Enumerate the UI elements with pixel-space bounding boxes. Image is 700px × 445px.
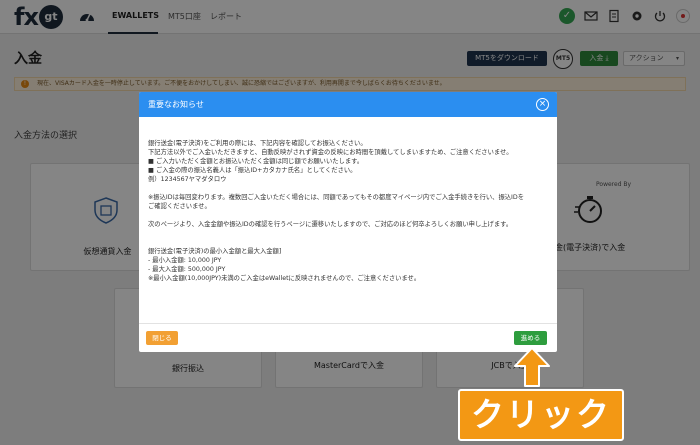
modal-line: - 最小入金額: 10,000 JPY — [148, 257, 222, 264]
modal-line: 銀行送金(電子決済)をご利用の際には、下記内容を確認してお振込ください。 — [148, 140, 367, 147]
modal-line: ※最小入金額(10,000JPY)未満のご入金はeWalletに反映されませんの… — [148, 275, 421, 282]
modal-footer-divider — [139, 323, 557, 324]
modal-line: 銀行送金(電子決済)の最小入金額と最大入金額] — [148, 248, 282, 255]
important-notice-modal: 重要なお知らせ × 銀行送金(電子決済)をご利用の際には、下記内容を確認してお振… — [139, 92, 557, 352]
modal-line: 下記方法以外でご入金いただきますと、自動反映がされず資金の反映にお時間を頂戴して… — [148, 149, 513, 156]
close-icon[interactable]: × — [536, 98, 549, 111]
proceed-button[interactable]: 進める — [514, 331, 547, 345]
modal-line: ■ ご入金の際の振込名義人は「振込ID+カタカナ氏名」としてください。 — [148, 167, 357, 174]
modal-line: - 最大入金額: 500,000 JPY — [148, 266, 226, 273]
modal-line: ※振込IDは毎回変わります。複数回ご入金いただく場合には、同額であってもその都度… — [148, 194, 525, 201]
close-button[interactable]: 閉じる — [146, 331, 178, 345]
modal-line: 例）1234567ヤマダタロウ — [148, 176, 227, 183]
modal-line: ご確認くださいませ。 — [148, 203, 211, 210]
modal-header: 重要なお知らせ × — [139, 92, 557, 117]
modal-title: 重要なお知らせ — [148, 100, 204, 109]
click-callout: クリック — [458, 389, 624, 441]
modal-line: 次のページより、入金金額や振込IDの確認を行うページに遷移いたしますので、ご対応… — [148, 221, 513, 228]
arrow-up-icon — [514, 347, 550, 387]
modal-line: ■ ご入力いただく金額とお振込いただく金額は同じ額でお願いいたします。 — [148, 158, 364, 165]
modal-body: 銀行送金(電子決済)をご利用の際には、下記内容を確認してお振込ください。 下記方… — [148, 139, 548, 283]
